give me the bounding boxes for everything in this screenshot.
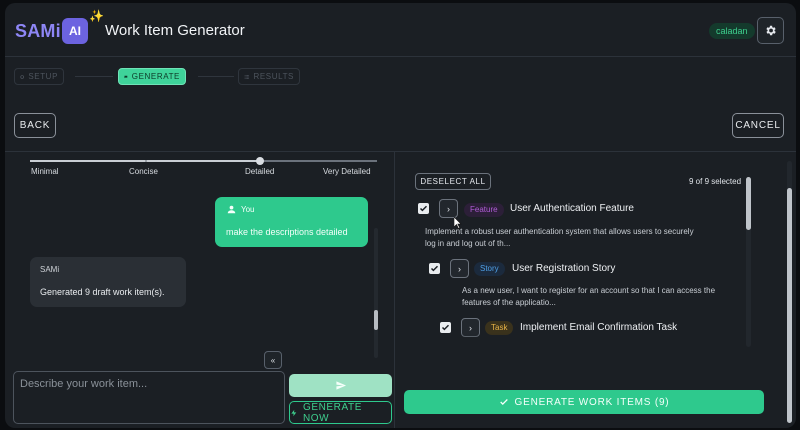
gear-icon [766, 25, 776, 36]
generate-work-items-button[interactable]: GENERATE WORK ITEMS (9) [404, 390, 764, 414]
item-description: Implement a robust user authentication s… [425, 226, 694, 250]
item-title[interactable]: User Registration Story [512, 263, 615, 274]
step-label: RESULTS [253, 72, 294, 81]
chevron-right-icon: › [447, 203, 450, 214]
mouse-cursor-icon [454, 217, 462, 229]
expand-button[interactable]: › [450, 259, 469, 278]
work-item-prompt-input[interactable] [13, 371, 285, 424]
item-checkbox[interactable] [418, 203, 429, 214]
slider-label-detailed: Detailed [245, 167, 275, 176]
user-message: You make the descriptions detailed [215, 197, 368, 247]
app-header: SAMi AI ✨ Work Item Generator caladan [5, 3, 796, 57]
settings-button[interactable] [757, 17, 784, 44]
page-title: Work Item Generator [105, 22, 245, 39]
generate-now-label: GENERATE NOW [302, 401, 363, 424]
back-button[interactable]: BACK [14, 113, 56, 138]
message-sender: You [241, 205, 255, 214]
message-text: Generated 9 draft work item(s). [40, 287, 165, 297]
message-text: make the descriptions detailed [226, 227, 348, 237]
section-divider [5, 151, 796, 152]
item-description-line: Implement a robust user authentication s… [425, 227, 694, 236]
chevron-right-icon: › [458, 263, 461, 274]
item-description-line: features of the applicatio... [462, 298, 556, 307]
message-sender: SAMi [40, 265, 60, 274]
chat-scrollbar-thumb[interactable] [374, 310, 378, 330]
cancel-button[interactable]: CANCEL [732, 113, 784, 138]
results-scrollbar-thumb[interactable] [746, 177, 751, 230]
list-fade [405, 333, 745, 349]
item-checkbox[interactable] [440, 322, 451, 333]
item-description-line: log in and log out of th... [425, 239, 511, 248]
check-icon [499, 399, 508, 405]
send-button[interactable] [289, 374, 392, 397]
ai-badge: AI [62, 18, 88, 44]
user-badge: caladan [709, 23, 755, 39]
slider-tick [145, 160, 147, 162]
step-label: GENERATE [131, 72, 180, 81]
panel-divider [394, 152, 395, 428]
expand-button[interactable]: › [439, 199, 458, 218]
step-setup[interactable]: SETUP [14, 68, 64, 85]
generate-work-items-label: GENERATE WORK ITEMS (9) [514, 396, 670, 408]
collapse-button[interactable]: « [264, 351, 282, 369]
chat-icon [124, 75, 128, 78]
brand-logo: SAMi [15, 21, 61, 41]
list-icon [244, 74, 249, 79]
slider-label-minimal: Minimal [31, 167, 59, 176]
detail-slider-thumb[interactable] [256, 157, 264, 165]
type-badge-feature: Feature [464, 203, 504, 217]
generate-now-button[interactable]: GENERATE NOW [289, 401, 392, 424]
step-connector [75, 76, 113, 77]
step-label: SETUP [28, 72, 58, 81]
step-generate[interactable]: GENERATE [118, 68, 186, 85]
person-icon [227, 205, 236, 214]
selected-count: 9 of 9 selected [689, 177, 742, 186]
slider-label-very-detailed: Very Detailed [323, 167, 371, 176]
chevron-right-icon: › [469, 322, 472, 333]
step-connector [198, 76, 234, 77]
send-icon [335, 381, 346, 390]
slider-label-concise: Concise [129, 167, 158, 176]
item-description: As a new user, I want to register for an… [462, 285, 715, 309]
gear-icon [20, 74, 24, 79]
deselect-all-button[interactable]: DESELECT ALL [415, 173, 491, 190]
item-title[interactable]: Implement Email Confirmation Task [520, 322, 677, 333]
check-icon [430, 265, 439, 272]
item-description-line: As a new user, I want to register for an… [462, 286, 716, 295]
check-icon [419, 205, 428, 212]
step-results[interactable]: RESULTS [238, 68, 300, 85]
bolt-icon [291, 409, 297, 416]
sparkle-icon: ✨ [89, 9, 104, 23]
assistant-message: SAMi Generated 9 draft work item(s). [30, 257, 186, 307]
type-badge-story: Story [474, 262, 505, 276]
chevrons-up-icon: « [270, 355, 276, 365]
panel-scrollbar-thumb[interactable] [787, 188, 792, 423]
chat-scrollbar[interactable] [374, 228, 378, 358]
check-icon [441, 324, 450, 331]
item-checkbox[interactable] [429, 263, 440, 274]
item-title[interactable]: User Authentication Feature [510, 203, 634, 214]
app-window: SAMi AI ✨ Work Item Generator caladan SE… [5, 3, 796, 428]
